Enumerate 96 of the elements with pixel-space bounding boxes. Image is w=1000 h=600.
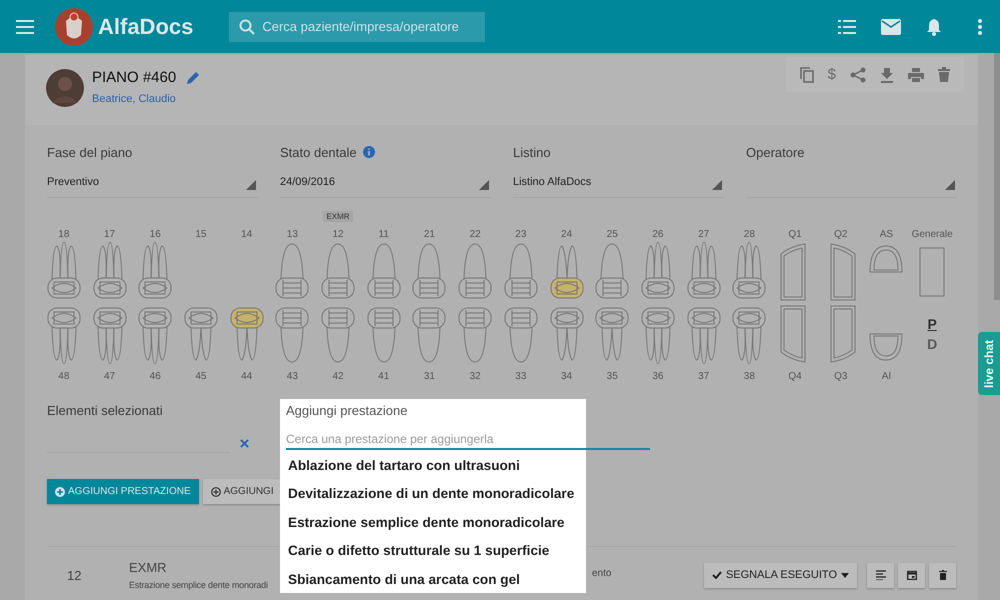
tooth-number: 13 <box>286 229 298 240</box>
field-label: Elementi selezionati <box>47 403 163 418</box>
surface-toggle[interactable]: P <box>927 316 937 332</box>
check-icon <box>712 571 722 579</box>
delete-button[interactable] <box>929 562 956 588</box>
select-field[interactable]: 24/09/2016 <box>280 167 491 198</box>
logo-icon <box>54 6 94 46</box>
bell-icon[interactable] <box>926 18 942 36</box>
field-label: Stato dentale <box>280 144 357 160</box>
tooth-number: 32 <box>470 371 481 382</box>
menu-item[interactable]: Carie o difetto strutturale su 1 superficie <box>286 537 580 566</box>
tooth-number: 34 <box>560 371 572 382</box>
calendar-button[interactable] <box>898 562 925 588</box>
tooth-number: 22 <box>470 229 481 240</box>
tooth-number: 25 <box>606 229 618 240</box>
tooth-number: 43 <box>286 371 298 382</box>
tooth-number: Q3 <box>834 371 848 382</box>
tooth-number: 15 <box>195 229 206 240</box>
dropdown-icon <box>945 180 955 190</box>
tooth-number: 14 <box>241 229 252 240</box>
tooth-number: Q4 <box>788 371 802 382</box>
scrollbar[interactable] <box>994 53 1000 300</box>
trash-icon <box>938 570 946 580</box>
menu-item[interactable]: Ablazione del tartaro con ultrasuoni <box>286 452 580 480</box>
treatment-code: EXMR <box>129 560 167 575</box>
tooth-number: 47 <box>104 371 116 382</box>
mail-icon[interactable] <box>881 18 901 34</box>
tooth-number: 27 <box>698 229 710 240</box>
search-field[interactable]: Cerca una prestazione per aggiungerla <box>286 430 650 450</box>
menu-item[interactable]: Estrazione semplice dente monoradicolare <box>286 508 580 538</box>
tooth-number: 26 <box>652 229 664 240</box>
select-field[interactable]: Preventivo <box>47 167 258 198</box>
edit-icon[interactable] <box>186 70 200 84</box>
tooth-number: 33 <box>515 371 526 382</box>
dropdown-icon <box>712 180 722 190</box>
plan-title: PIANO #460 <box>92 69 176 86</box>
tooth-number: 31 <box>424 371 435 382</box>
notes-button[interactable] <box>867 562 894 588</box>
tooth-number: 42 <box>332 371 344 382</box>
share-icon[interactable] <box>850 66 866 82</box>
app-name: AlfaDocs <box>98 14 194 40</box>
tooth-number: AI <box>882 371 892 382</box>
print-icon[interactable] <box>908 68 924 82</box>
tooth-number: 46 <box>150 371 161 382</box>
tooth-number: 11 <box>378 229 389 240</box>
tooth-number: 45 <box>195 371 206 382</box>
delete-icon[interactable] <box>938 67 950 82</box>
tooth-number: 35 <box>606 371 618 382</box>
tooth-number: 28 <box>744 229 755 240</box>
tooth-number: 44 <box>241 371 252 382</box>
tooth-number: 41 <box>378 371 390 382</box>
tooth-number: 12 <box>332 229 344 240</box>
menu-item[interactable]: Devitalizzazione di un dente monoradicolare <box>286 480 580 509</box>
add-button[interactable]: AGGIUNGI <box>202 479 282 504</box>
treatment-note: ento <box>592 568 612 578</box>
info-icon[interactable] <box>362 146 375 158</box>
menu-icon[interactable] <box>16 20 34 34</box>
list-icon[interactable] <box>838 20 856 34</box>
tooth-number: AS <box>880 229 894 240</box>
tooth-number: 21 <box>424 229 435 240</box>
tooth-number: 37 <box>698 371 710 382</box>
plus-icon <box>210 486 221 496</box>
calendar-icon <box>906 570 916 580</box>
copy-icon[interactable] <box>800 66 814 82</box>
tooth-number: 18 <box>58 229 70 240</box>
tooth-number: 12 <box>66 568 82 582</box>
field-label: Listino <box>513 144 551 160</box>
treatment-description: Estrazione semplice dente monoradi <box>129 580 268 590</box>
lines-icon <box>876 570 886 580</box>
search-field[interactable]: Cerca paziente/impresa/operatore <box>229 12 486 42</box>
clear-icon[interactable] <box>240 439 249 448</box>
plus-icon <box>55 486 65 496</box>
tooth-number: 17 <box>104 229 116 240</box>
dropdown-icon <box>246 180 256 190</box>
tooth-number: Q2 <box>834 229 848 240</box>
field-label: Fase del piano <box>47 144 132 160</box>
select-field[interactable]: Listino AlfaDocs <box>513 167 724 198</box>
tooth-number: 38 <box>744 371 755 382</box>
tooth-number: Q1 <box>788 229 802 240</box>
menu-item[interactable]: Sbiancamento di una arcata con gel <box>286 566 580 594</box>
tooth-number: 36 <box>652 371 664 382</box>
download-icon[interactable] <box>880 66 894 82</box>
field-label: Operatore <box>746 144 805 160</box>
tooth-number: 48 <box>58 371 70 382</box>
tooth-number: 16 <box>150 229 161 240</box>
mark-done-button[interactable]: SEGNALA ESEGUITO <box>704 562 857 588</box>
popup-title: Aggiungi prestazione <box>286 403 408 418</box>
dropdown-icon <box>479 180 489 190</box>
tooth-number: Generale <box>912 229 953 240</box>
avatar <box>46 69 84 107</box>
tooth-tag: EXMR <box>323 211 353 222</box>
tooth-number: 24 <box>560 229 572 240</box>
caret-icon <box>841 572 849 578</box>
more-icon[interactable] <box>978 18 982 34</box>
search-icon <box>239 18 256 34</box>
tooth-number: 23 <box>515 229 526 240</box>
